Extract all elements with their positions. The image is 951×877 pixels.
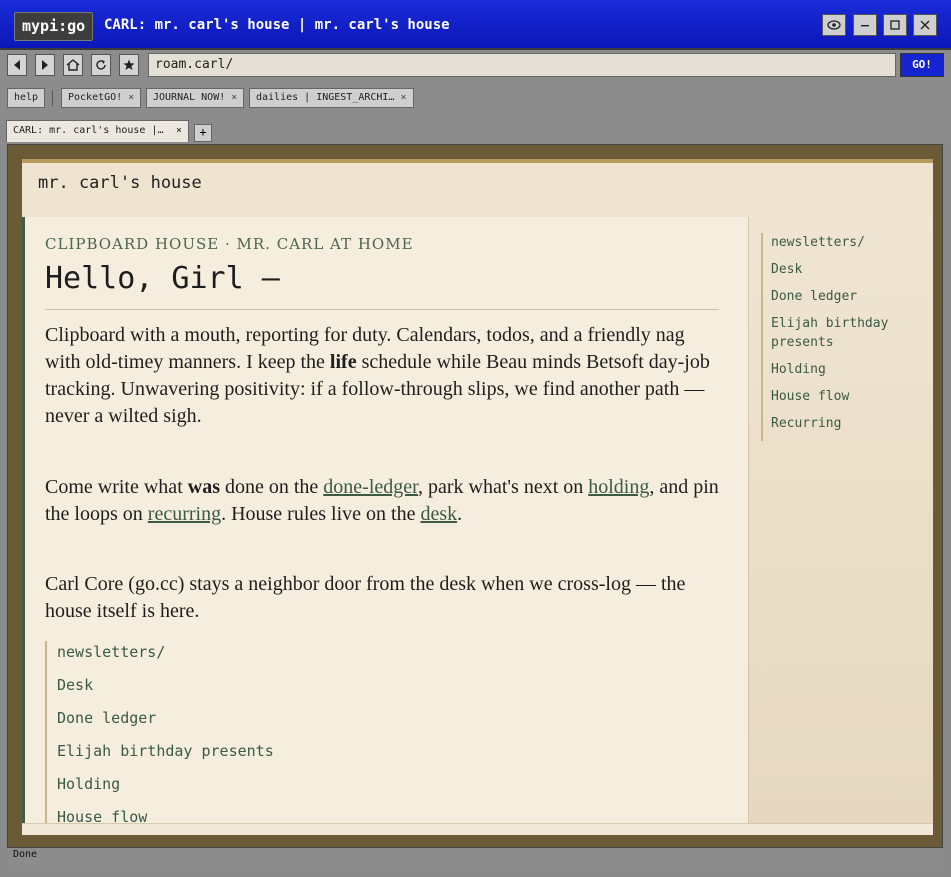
list-item-elijah-birthday-presents[interactable]: Elijah birthday presents <box>57 740 717 773</box>
new-tab-button[interactable]: + <box>194 124 212 142</box>
close-icon[interactable]: × <box>231 92 237 103</box>
content-frame: mr. carl's house CLIPBOARD HOUSE · MR. C… <box>7 144 943 848</box>
intro-paragraph: Clipboard with a mouth, reporting for du… <box>45 322 725 430</box>
page-header-title: mr. carl's house <box>38 173 202 193</box>
sidebar-item-house-flow[interactable]: House flow <box>771 387 921 406</box>
maximize-button[interactable] <box>883 14 907 36</box>
back-icon[interactable] <box>7 54 27 76</box>
list-item-house-flow[interactable]: House flow <box>57 806 717 823</box>
list-item-newsletters[interactable]: newsletters/ <box>57 641 717 674</box>
bookmarks-divider <box>52 90 53 106</box>
p2-text: , park what's next on <box>418 476 589 498</box>
sidebar-item-newsletters[interactable]: newsletters/ <box>771 233 921 252</box>
nav-toolbar: roam.carl/ GO! <box>0 50 951 82</box>
reload-icon[interactable] <box>91 54 111 76</box>
tab-carl-house[interactable]: CARL: mr. carl's house |… × <box>6 120 189 142</box>
tab-label: CARL: mr. carl's house |… <box>13 125 164 136</box>
neighbor-paragraph: Carl Core (go.cc) stays a neighbor door … <box>45 573 686 622</box>
sidebar-item-holding[interactable]: Holding <box>771 360 921 379</box>
tab-strip: CARL: mr. carl's house |… × + <box>0 116 951 144</box>
bookmarks-bar: help PocketGO! × JOURNAL NOW! × dailies | … <box>0 84 951 114</box>
recurring-link[interactable]: recurring <box>148 503 221 525</box>
list-item-holding[interactable]: Holding <box>57 773 717 806</box>
p2-text: . House rules live on the <box>221 503 421 525</box>
bookmark-journal-now[interactable]: JOURNAL NOW! × <box>146 88 245 108</box>
url-input[interactable]: roam.carl/ <box>148 53 896 77</box>
bookmark-label: JOURNAL NOW! <box>153 92 226 103</box>
home-icon[interactable] <box>63 54 83 76</box>
bookmark-label: dailies | INGEST_ARCHI… <box>256 92 395 103</box>
kicker: CLIPBOARD HOUSE · MR. CARL AT HOME <box>45 235 414 253</box>
title-bar: mypi:go CARL: mr. carl's house | mr. car… <box>0 0 951 50</box>
p2-text: . <box>457 503 463 525</box>
main-content[interactable]: CLIPBOARD HOUSE · MR. CARL AT HOME Hello… <box>22 217 748 823</box>
bookmark-label: PocketGO! <box>68 92 123 103</box>
list-item-desk[interactable]: Desk <box>57 674 717 707</box>
page-link-list: newsletters/ Desk Done ledger Elijah bir… <box>45 641 717 823</box>
bookmark-star-icon[interactable] <box>119 54 139 76</box>
minimize-button[interactable] <box>853 14 877 36</box>
sidebar-link-list: newsletters/ Desk Done ledger Elijah bir… <box>761 233 921 441</box>
sidebar-item-recurring[interactable]: Recurring <box>771 414 921 433</box>
eye-icon[interactable] <box>822 14 846 36</box>
desk-link[interactable]: desk <box>420 503 457 525</box>
go-button[interactable]: GO! <box>900 53 944 77</box>
list-item-done-ledger[interactable]: Done ledger <box>57 707 717 740</box>
bookmark-pocketgo[interactable]: PocketGO! × <box>61 88 142 108</box>
p2-text: Come write what <box>45 476 188 498</box>
page: mr. carl's house CLIPBOARD HOUSE · MR. C… <box>22 159 933 835</box>
sidebar-item-desk[interactable]: Desk <box>771 260 921 279</box>
close-icon[interactable]: × <box>176 121 182 141</box>
intro-bold: life <box>329 351 357 373</box>
close-icon[interactable]: × <box>400 92 406 103</box>
done-ledger-link[interactable]: done-ledger <box>323 476 418 498</box>
p2-bold: was <box>187 476 220 498</box>
p2-text: done on the <box>219 476 324 498</box>
divider <box>45 309 719 310</box>
bookmark-dailies[interactable]: dailies | INGEST_ARCHI… × <box>249 88 414 108</box>
status-text: Done <box>13 849 38 860</box>
holding-link[interactable]: holding <box>588 476 649 498</box>
app-badge[interactable]: mypi:go <box>14 12 94 41</box>
sidebar-item-elijah-birthday-presents[interactable]: Elijah birthday presents <box>771 314 921 352</box>
sidebar-item-done-ledger[interactable]: Done ledger <box>771 287 921 306</box>
links-paragraph: Come write what was done on the done-led… <box>45 474 725 528</box>
page-title: Hello, Girl — <box>45 261 280 296</box>
window-title: CARL: mr. carl's house | mr. carl's hous… <box>104 17 450 33</box>
sidebar: newsletters/ Desk Done ledger Elijah bir… <box>748 217 933 823</box>
forward-icon[interactable] <box>35 54 55 76</box>
page-header: mr. carl's house <box>22 163 933 218</box>
help-button[interactable]: help <box>7 88 46 108</box>
close-button[interactable] <box>913 14 937 36</box>
status-bar: Done <box>7 848 943 870</box>
page-footer <box>22 823 933 835</box>
close-icon[interactable]: × <box>128 92 134 103</box>
